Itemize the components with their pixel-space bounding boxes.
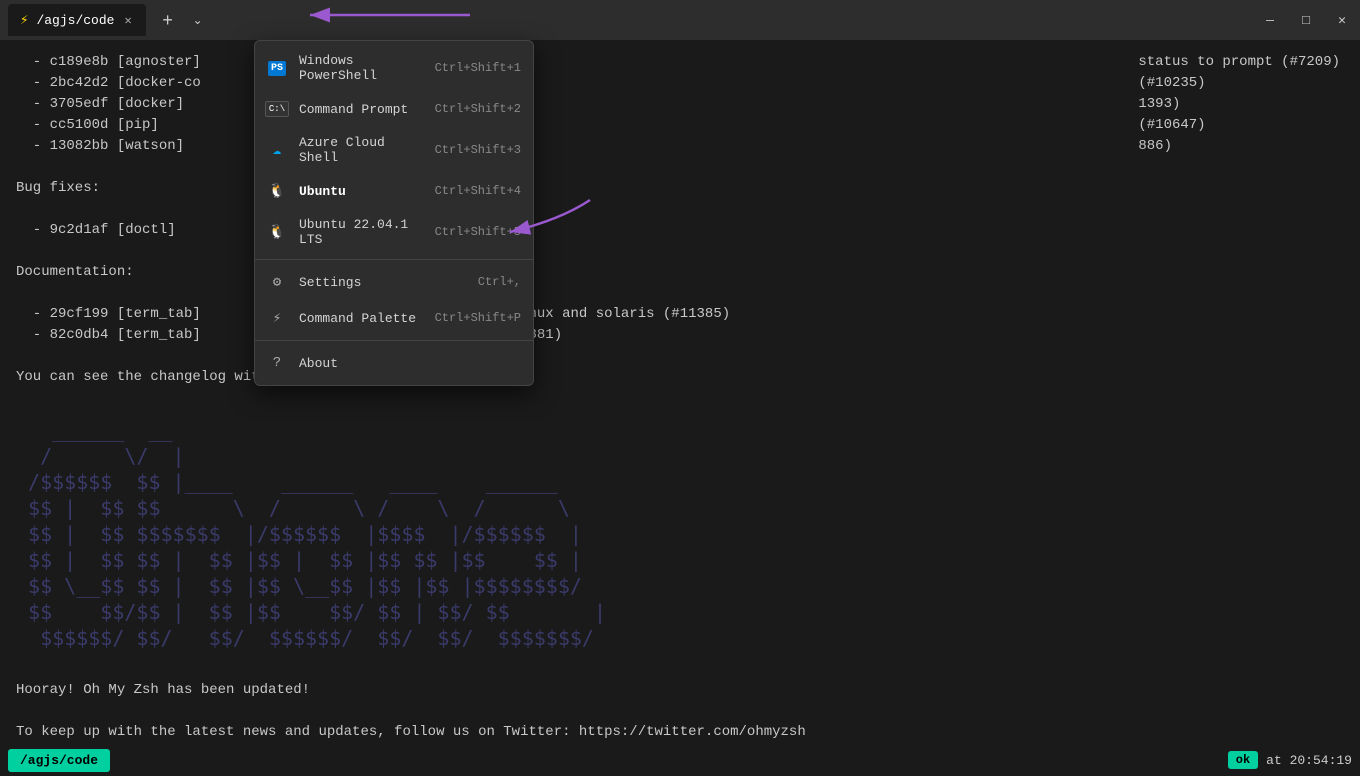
- terminal-line-6: [16, 157, 1344, 178]
- ascii-art-line: / \/ |: [16, 443, 1344, 469]
- menu-label-settings: Settings: [299, 275, 466, 290]
- terminal-line-10: [16, 241, 1344, 262]
- menu-shortcut-azure-cloud-shell: Ctrl+Shift+3: [435, 143, 521, 157]
- menu-label-command-prompt: Command Prompt: [299, 102, 423, 117]
- menu-shortcut-settings: Ctrl+,: [478, 275, 521, 289]
- terminal-line-8: [16, 199, 1344, 220]
- menu-item-command-prompt[interactable]: C:\ Command Prompt Ctrl+Shift+2: [255, 91, 533, 127]
- terminal-twitter: To keep up with the latest news and upda…: [16, 722, 1344, 743]
- menu-icon-command-palette: ⚡: [267, 308, 287, 328]
- terminal-line-9: - 9c2d1af [doctl]: [16, 220, 1344, 241]
- partial-right-2: (#10235): [1138, 73, 1340, 94]
- tab-dropdown-button[interactable]: ⌄: [186, 6, 210, 34]
- statusbar: /agjs/code ok at 20:54:19: [0, 744, 1360, 776]
- new-tab-button[interactable]: +: [154, 6, 182, 34]
- menu-item-ubuntu-22[interactable]: 🐧 Ubuntu 22.04.1 LTS Ctrl+Shift+5: [255, 209, 533, 255]
- status-cwd: /agjs/code: [8, 749, 110, 772]
- ascii-art-block: ______ __ / \/ | /$$$$$$ $$ |____ ______…: [16, 417, 1344, 651]
- maximize-button[interactable]: □: [1296, 13, 1316, 28]
- menu-shortcut-ubuntu-22: Ctrl+Shift+5: [435, 225, 521, 239]
- terminal-hooray: [16, 659, 1344, 680]
- menu-item-windows-powershell[interactable]: PS Windows PowerShell Ctrl+Shift+1: [255, 45, 533, 91]
- menu-icon-windows-powershell: PS: [267, 58, 287, 78]
- menu-item-ubuntu[interactable]: 🐧 Ubuntu Ctrl+Shift+4: [255, 173, 533, 209]
- terminal-content[interactable]: - c189e8b [agnoster] - 2bc42d2 [docker-c…: [0, 40, 1360, 744]
- ascii-art-line: $$ $$/$$ | $$ |$$ $$/ $$ | $$/ $$ |: [16, 599, 1344, 625]
- terminal-line-11: Documentation:: [16, 262, 1344, 283]
- terminal-line-15: [16, 346, 1344, 367]
- menu-icon-azure-cloud-shell: ☁: [267, 140, 287, 160]
- settings-icon: ⚙: [273, 274, 281, 291]
- menu-label-command-palette: Command Palette: [299, 311, 423, 326]
- status-time-value: at 20:54:19: [1266, 753, 1352, 768]
- minimize-button[interactable]: —: [1260, 13, 1280, 28]
- menu-icon-ubuntu-22: 🐧: [267, 222, 287, 242]
- menu-icon-ubuntu: 🐧: [267, 181, 287, 201]
- status-time: ok at 20:54:19: [1228, 751, 1352, 769]
- menu-item-command-palette[interactable]: ⚡ Command Palette Ctrl+Shift+P: [255, 300, 533, 336]
- menu-divider: [255, 340, 533, 341]
- terminal-line-17: [16, 388, 1344, 409]
- ascii-art-line: $$ | $$ $$ | $$ |$$ | $$ |$$ $$ |$$ $$ |: [16, 547, 1344, 573]
- menu-label-ubuntu: Ubuntu: [299, 184, 423, 199]
- menu-item-azure-cloud-shell[interactable]: ☁ Azure Cloud Shell Ctrl+Shift+3: [255, 127, 533, 173]
- ascii-art-line: ______ __: [16, 417, 1344, 443]
- azure-icon: ☁: [273, 142, 281, 159]
- partial-right-1: status to prompt (#7209): [1138, 52, 1340, 73]
- terminal-line-14: - 82c0db4 [term_tab] Rewrite README in m…: [16, 325, 1344, 346]
- ascii-art-line: /$$$$$$ $$ |____ ______ ____ ______: [16, 469, 1344, 495]
- terminal-blank: [16, 701, 1344, 722]
- dropdown-menu: PS Windows PowerShell Ctrl+Shift+1 C:\ C…: [254, 40, 534, 386]
- terminal-line-7: Bug fixes:: [16, 178, 1344, 199]
- active-tab[interactable]: ⚡ /agjs/code ✕: [8, 4, 146, 36]
- powershell-icon: PS: [268, 61, 286, 76]
- menu-label-windows-powershell: Windows PowerShell: [299, 53, 423, 83]
- menu-icon-settings: ⚙: [267, 272, 287, 292]
- tab-close-button[interactable]: ✕: [122, 11, 133, 30]
- ubuntu-icon: 🐧: [268, 183, 285, 200]
- close-button[interactable]: ✕: [1332, 13, 1352, 28]
- window-controls: — □ ✕: [1260, 13, 1352, 28]
- menu-label-ubuntu-22: Ubuntu 22.04.1 LTS: [299, 217, 423, 247]
- menu-item-about[interactable]: ? About: [255, 345, 533, 381]
- menu-label-about: About: [299, 356, 509, 371]
- partial-right-5: 886): [1138, 136, 1340, 157]
- status-ok-badge: ok: [1228, 751, 1258, 769]
- about-icon: ?: [273, 355, 281, 371]
- terminal-line-13: - 29cf199 [term_tab] Plugin can only be …: [16, 304, 1344, 325]
- menu-divider: [255, 259, 533, 260]
- menu-shortcut-command-palette: Ctrl+Shift+P: [435, 311, 521, 325]
- terminal-hooray-msg: Hooray! Oh My Zsh has been updated!: [16, 680, 1344, 701]
- ascii-art-line: $$$$$$/ $$/ $$/ $$$$$$/ $$/ $$/ $$$$$$$/: [16, 625, 1344, 651]
- menu-icon-command-prompt: C:\: [267, 99, 287, 119]
- command-palette-icon: ⚡: [273, 310, 281, 327]
- menu-icon-about: ?: [267, 353, 287, 373]
- ascii-art-line: $$ | $$ $$ \ / \ / \ / \: [16, 495, 1344, 521]
- menu-shortcut-ubuntu: Ctrl+Shift+4: [435, 184, 521, 198]
- menu-label-azure-cloud-shell: Azure Cloud Shell: [299, 135, 423, 165]
- partial-right-3: 1393): [1138, 94, 1340, 115]
- menu-shortcut-command-prompt: Ctrl+Shift+2: [435, 102, 521, 116]
- tab-icon: ⚡: [20, 12, 28, 29]
- terminal-line-12: [16, 283, 1344, 304]
- menu-item-settings[interactable]: ⚙ Settings Ctrl+,: [255, 264, 533, 300]
- ubuntu2-icon: 🐧: [268, 224, 285, 241]
- titlebar-buttons: + ⌄: [154, 6, 210, 34]
- ascii-art-line: $$ \__$$ $$ | $$ |$$ \__$$ |$$ |$$ |$$$$…: [16, 573, 1344, 599]
- partial-right-4: (#10647): [1138, 115, 1340, 136]
- terminal-line-16: You can see the changelog with `omz chan…: [16, 367, 1344, 388]
- cmd-icon: C:\: [265, 101, 289, 117]
- menu-shortcut-windows-powershell: Ctrl+Shift+1: [435, 61, 521, 75]
- tab-label: /agjs/code: [36, 13, 114, 28]
- titlebar: ⚡ /agjs/code ✕ + ⌄ — □ ✕: [0, 0, 1360, 40]
- ascii-art-line: $$ | $$ $$$$$$$ |/$$$$$$ |$$$$ |/$$$$$$ …: [16, 521, 1344, 547]
